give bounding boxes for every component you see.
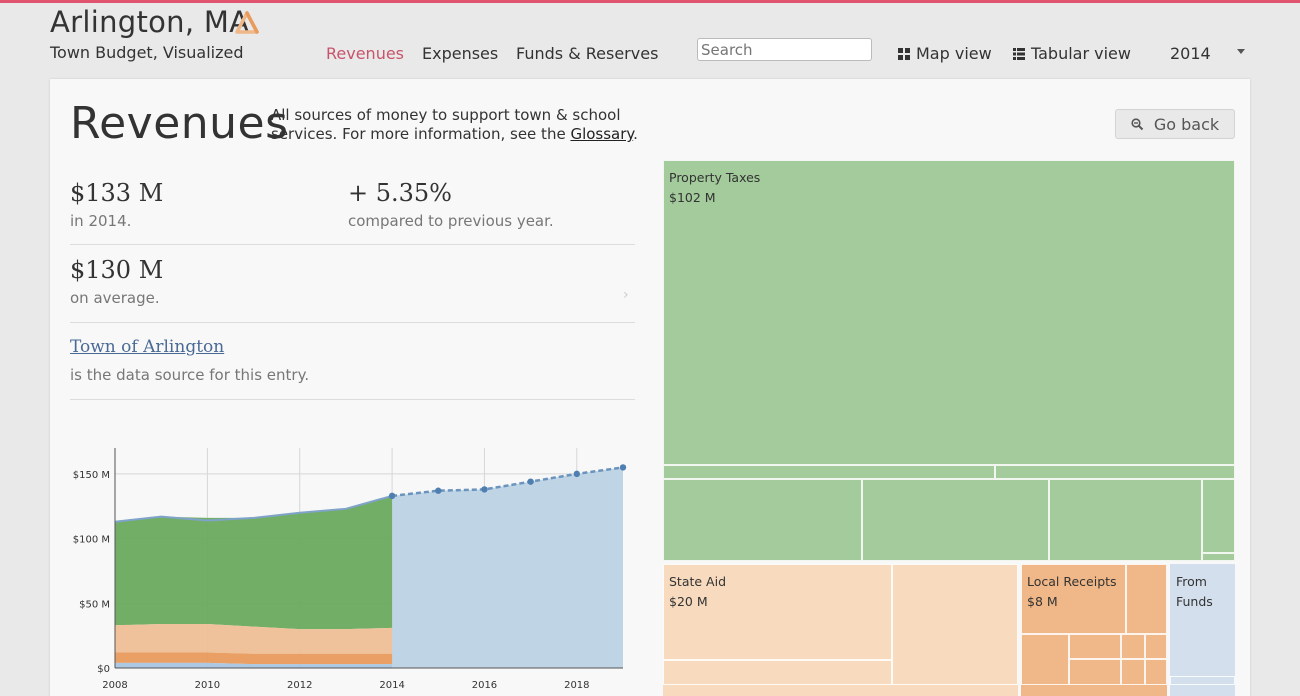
- data-point: [481, 486, 488, 493]
- treemap-label: From Funds: [1176, 572, 1235, 612]
- x-tick-label: 2012: [287, 680, 312, 691]
- series-area: [115, 495, 393, 630]
- treemap-subcell[interactable]: [1121, 634, 1145, 659]
- zoom-out-icon: [1131, 117, 1144, 130]
- treemap-category-value: $20 M: [669, 594, 708, 609]
- treemap-subcell[interactable]: [1145, 634, 1167, 659]
- tabular-view-link[interactable]: Tabular view: [1013, 44, 1131, 63]
- series-area: [115, 652, 393, 665]
- x-tick-label: 2008: [102, 680, 127, 691]
- list-icon: [1013, 47, 1025, 60]
- treemap-label: State Aid $20 M: [669, 572, 726, 612]
- treemap-subcell[interactable]: [862, 479, 1049, 561]
- treemap-subcell[interactable]: [1126, 564, 1167, 634]
- nav-revenues[interactable]: Revenues: [326, 44, 404, 63]
- data-point: [573, 470, 581, 478]
- treemap-subcell[interactable]: [1202, 553, 1235, 561]
- treemap-subcell[interactable]: [1069, 634, 1121, 659]
- total-revenue-caption: in 2014.: [70, 212, 132, 230]
- treemap-label: Property Taxes $102 M: [669, 168, 760, 208]
- treemap-subcell[interactable]: [995, 465, 1235, 479]
- change-caption: compared to previous year.: [348, 212, 554, 230]
- treemap-category-name: From Funds: [1176, 574, 1213, 609]
- revenue-history-chart: $150 M $100 M $50 M $0 2008 2010 2012 2014 2016 2…: [73, 448, 627, 691]
- treemap-category-value: $8 M: [1027, 594, 1058, 609]
- data-point: [619, 464, 627, 471]
- nav-funds-reserves[interactable]: Funds & Reserves: [516, 44, 658, 63]
- treemap-category-name: Property Taxes: [669, 170, 761, 185]
- nav-expenses[interactable]: Expenses: [422, 44, 498, 63]
- treemap-subcell[interactable]: [663, 479, 862, 561]
- average-value: $130 M: [70, 256, 164, 284]
- go-back-label: Go back: [1153, 114, 1220, 134]
- tabular-view-label: Tabular view: [1031, 44, 1131, 63]
- stats-divider: [70, 244, 635, 245]
- search-input[interactable]: [697, 38, 872, 61]
- app-title[interactable]: Arlington, MA: [50, 5, 249, 39]
- change-value: + 5.35%: [348, 179, 452, 207]
- treemap-cell-state-aid[interactable]: State Aid $20 M: [663, 564, 1018, 696]
- treemap-cell-from-funds[interactable]: From Funds: [1170, 564, 1235, 696]
- y-tick-label: $150 M: [73, 470, 110, 481]
- x-tick-label: 2014: [379, 680, 404, 691]
- treemap-cell-property-taxes[interactable]: Property Taxes $102 M: [663, 160, 1235, 561]
- x-tick-label: 2016: [472, 680, 497, 691]
- revenue-treemap: Property Taxes $102 M State Aid $20 M Local …: [663, 160, 1235, 696]
- data-source-caption: is the data source for this entry.: [70, 366, 310, 384]
- treemap-subcell[interactable]: [663, 465, 995, 479]
- average-caption: on average.: [70, 289, 160, 307]
- treemap-category-name: Local Receipts: [1027, 574, 1117, 589]
- app-subtitle: Town Budget, Visualized: [50, 43, 244, 62]
- data-point: [435, 487, 442, 494]
- page-title: Revenues: [70, 98, 289, 149]
- x-tick-label: 2018: [564, 680, 589, 691]
- chevron-down-icon[interactable]: [1237, 49, 1245, 54]
- treemap-subcell[interactable]: [663, 660, 892, 685]
- top-accent-bar: [0, 0, 1300, 3]
- data-source-link[interactable]: Town of Arlington: [70, 337, 224, 357]
- treemap-subcell[interactable]: [1021, 634, 1069, 685]
- treemap-category-value: $102 M: [669, 190, 716, 205]
- map-view-link[interactable]: Map view: [898, 44, 992, 63]
- grid-icon: [898, 47, 910, 60]
- treemap-subcell[interactable]: [1121, 659, 1145, 685]
- description-end: .: [633, 125, 638, 143]
- description-text: All sources of money to support town & s…: [271, 106, 621, 143]
- treemap-subcell[interactable]: [1170, 676, 1235, 685]
- treemap-subcell[interactable]: [1202, 479, 1235, 553]
- data-point: [527, 478, 534, 485]
- page-description: All sources of money to support town & s…: [271, 106, 651, 144]
- y-tick-label: $50 M: [79, 599, 110, 610]
- x-tick-label: 2010: [195, 680, 220, 691]
- total-revenue-value: $133 M: [70, 179, 164, 207]
- stats-divider: [70, 399, 635, 400]
- triangle-logo-icon[interactable]: [234, 10, 260, 36]
- treemap-subcell[interactable]: [892, 564, 1018, 685]
- treemap-subcell[interactable]: [1069, 659, 1121, 685]
- map-view-label: Map view: [916, 44, 992, 63]
- go-back-button[interactable]: Go back: [1115, 109, 1235, 139]
- treemap-subcell[interactable]: [1049, 479, 1202, 561]
- y-tick-label: $0: [97, 664, 110, 675]
- chevron-right-icon: ›: [623, 287, 629, 303]
- year-select[interactable]: 2014: [1170, 44, 1211, 63]
- treemap-subcell[interactable]: [1145, 659, 1167, 685]
- glossary-link[interactable]: Glossary: [570, 125, 633, 143]
- forecast-area: [392, 467, 623, 668]
- y-tick-label: $100 M: [73, 535, 110, 546]
- stats-divider: [70, 322, 635, 323]
- treemap-category-name: State Aid: [669, 574, 727, 589]
- treemap-label: Local Receipts $8 M: [1027, 572, 1117, 612]
- treemap-cell-local-receipts[interactable]: Local Receipts $8 M: [1021, 564, 1167, 696]
- data-point: [388, 492, 396, 500]
